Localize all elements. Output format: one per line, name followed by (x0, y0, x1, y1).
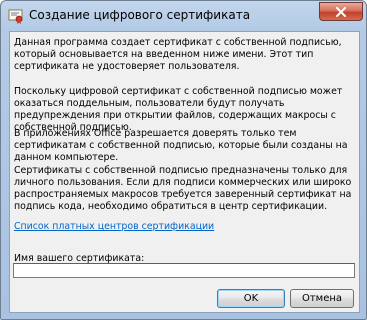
title-bar[interactable]: Создание цифрового сертификата (1, 1, 366, 29)
description-paragraph-3: В приложениях Office разрешается доверят… (14, 128, 348, 163)
window-title: Создание цифрового сертификата (29, 8, 251, 22)
dialog-window: Создание цифрового сертификата Данная пр… (0, 0, 367, 320)
dialog-body: Данная программа создает сертификат с со… (9, 31, 360, 313)
ok-button[interactable]: OK (217, 289, 285, 308)
close-icon (335, 2, 347, 21)
certification-authorities-link[interactable]: Список платных центров сертификации (14, 221, 214, 233)
close-button[interactable] (319, 2, 363, 21)
cancel-button[interactable]: Отмена (290, 289, 354, 308)
certificate-icon (8, 8, 24, 24)
description-paragraph-2: Поскольку цифровой сертификат с собствен… (14, 86, 343, 133)
description-paragraph-4: Сертификаты с собственной подписью предн… (14, 165, 352, 212)
description-paragraph-1: Данная программа создает сертификат с со… (14, 37, 342, 72)
certificate-name-input[interactable] (13, 263, 355, 278)
